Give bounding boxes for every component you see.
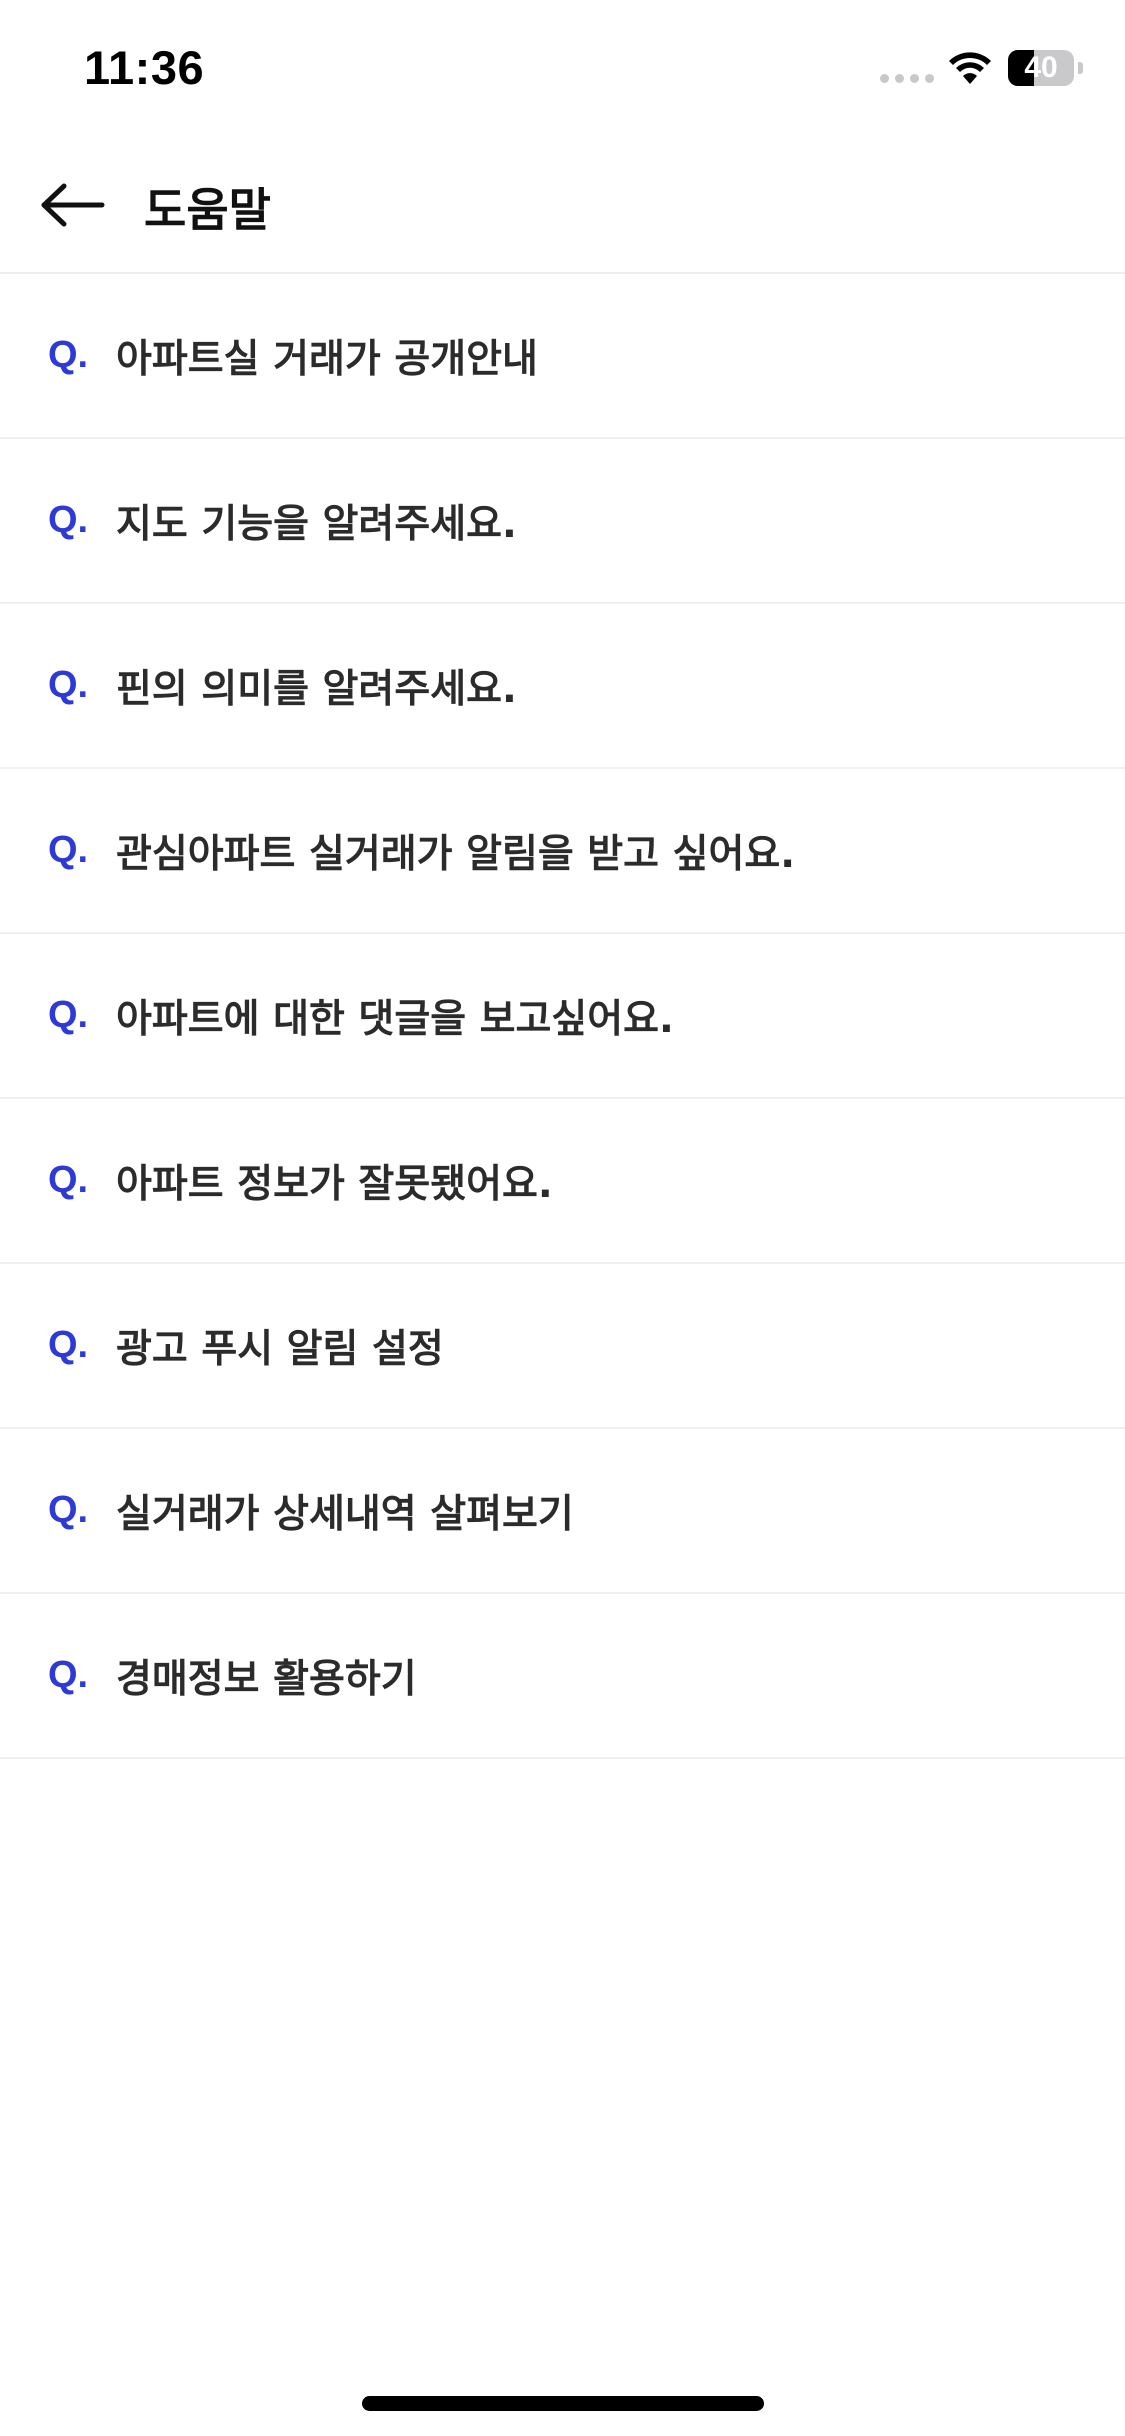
arrow-left-icon [41, 183, 105, 227]
faq-q-marker: Q. [48, 664, 89, 706]
faq-question: 실거래가 상세내역 살펴보기 [116, 1491, 574, 1537]
faq-q-marker: Q. [48, 1654, 89, 1696]
faq-item[interactable]: Q. 지도 기능을 알려주세요. [0, 439, 1125, 604]
faq-question: 지도 기능을 알려주세요. [116, 501, 517, 547]
faq-item[interactable]: Q. 관심아파트 실거래가 알림을 받고 싶어요. [0, 769, 1125, 934]
faq-question: 아파트실 거래가 공개안내 [116, 336, 538, 382]
faq-item[interactable]: Q. 실거래가 상세내역 살펴보기 [0, 1429, 1125, 1594]
status-time: 11:36 [84, 41, 205, 94]
faq-item[interactable]: Q. 아파트에 대한 댓글을 보고싶어요. [0, 934, 1125, 1099]
faq-question: 광고 푸시 알림 설정 [116, 1326, 444, 1372]
wifi-icon [949, 52, 991, 84]
faq-item[interactable]: Q. 아파트실 거래가 공개안내 [0, 274, 1125, 439]
faq-q-marker: Q. [48, 994, 89, 1036]
battery-icon: 40 [1008, 50, 1083, 86]
faq-item[interactable]: Q. 핀의 의미를 알려주세요. [0, 604, 1125, 769]
faq-item[interactable]: Q. 경매정보 활용하기 [0, 1594, 1125, 1759]
faq-q-marker: Q. [48, 499, 89, 541]
back-button[interactable] [34, 166, 112, 244]
header: 도움말 [0, 136, 1125, 274]
faq-item[interactable]: Q. 아파트 정보가 잘못됐어요. [0, 1099, 1125, 1264]
faq-question: 경매정보 활용하기 [116, 1656, 417, 1702]
faq-q-marker: Q. [48, 1159, 89, 1201]
faq-q-marker: Q. [48, 334, 89, 376]
faq-question: 아파트에 대한 댓글을 보고싶어요. [116, 996, 674, 1042]
help-screen: 11:36 40 도움말 Q. 아파트실 거래가 공개안내 Q. 지도 기능을 … [0, 0, 1125, 2436]
page-title: 도움말 [144, 183, 271, 237]
faq-list: Q. 아파트실 거래가 공개안내 Q. 지도 기능을 알려주세요. Q. 핀의 … [0, 274, 1125, 1759]
status-bar: 11:36 40 [0, 0, 1125, 136]
faq-q-marker: Q. [48, 829, 89, 871]
faq-question: 관심아파트 실거래가 알림을 받고 싶어요. [116, 831, 796, 877]
faq-q-marker: Q. [48, 1324, 89, 1366]
signal-dots-icon [880, 74, 934, 83]
faq-question: 아파트 정보가 잘못됐어요. [116, 1161, 553, 1207]
battery-level: 40 [1024, 51, 1058, 84]
home-indicator [362, 2396, 764, 2411]
faq-q-marker: Q. [48, 1489, 89, 1531]
faq-question: 핀의 의미를 알려주세요. [116, 666, 517, 712]
faq-item[interactable]: Q. 광고 푸시 알림 설정 [0, 1264, 1125, 1429]
